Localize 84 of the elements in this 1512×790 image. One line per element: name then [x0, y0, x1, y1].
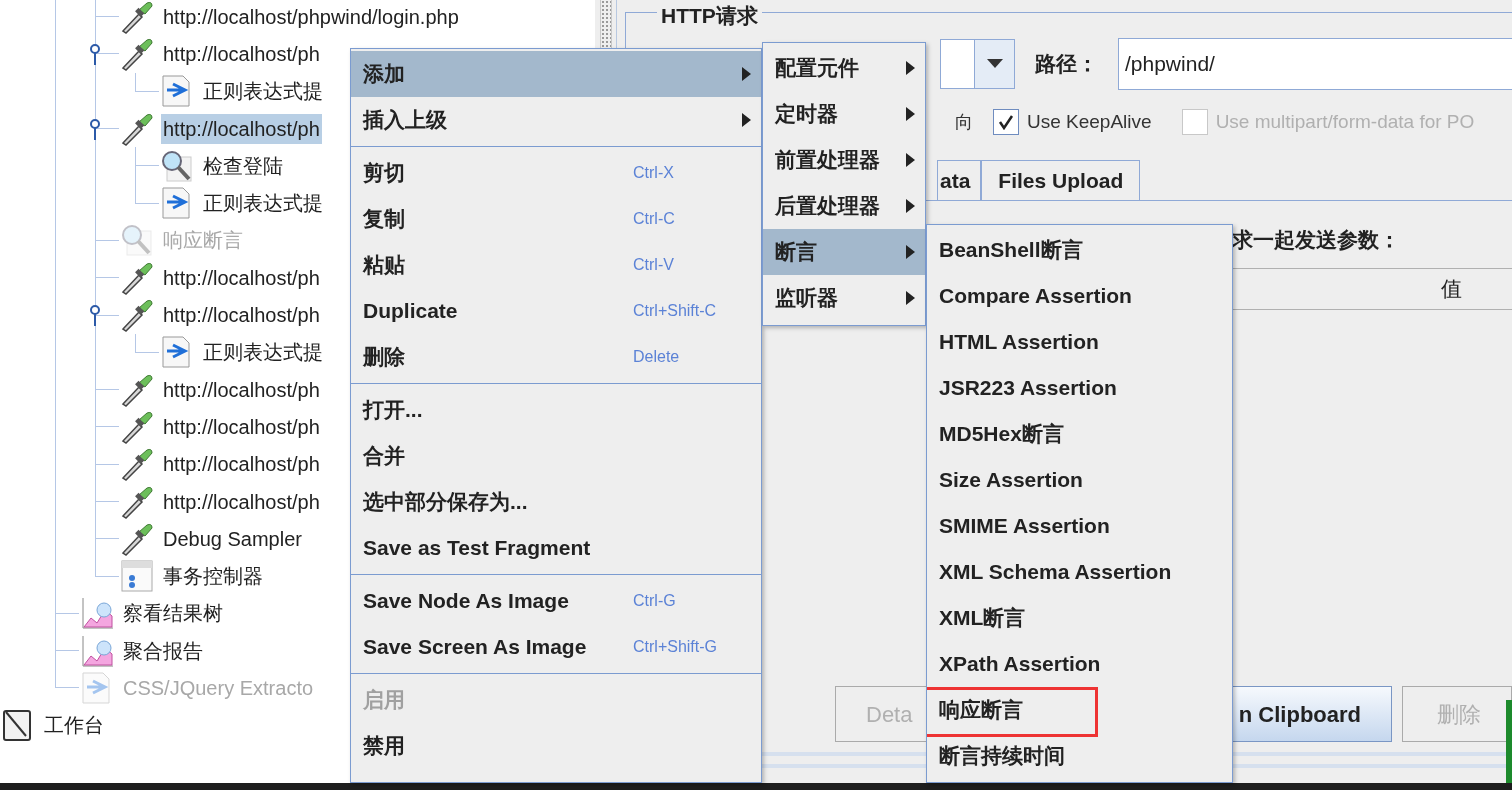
shortcut-label: Ctrl-X: [633, 163, 674, 183]
tree-item[interactable]: http://localhost/ph: [161, 113, 322, 144]
tab[interactable]: ata: [937, 160, 982, 200]
pipette-icon: [119, 447, 155, 482]
checkbox-label: Use KeepAlive: [1027, 109, 1152, 134]
menu-item[interactable]: XPath Assertion: [927, 641, 1232, 687]
menu-item[interactable]: MD5Hex断言: [927, 411, 1232, 457]
menu-item[interactable]: Compare Assertion: [927, 273, 1232, 319]
tree-item[interactable]: http://localhost/ph: [161, 449, 322, 480]
shortcut-label: Ctrl-V: [633, 255, 674, 275]
menu-item[interactable]: 配置元件: [763, 45, 925, 91]
pipette-icon: [119, 372, 155, 407]
tree-item[interactable]: http://localhost/ph: [161, 300, 322, 330]
magnifier-icon: [159, 148, 195, 183]
path-field[interactable]: /phpwind/: [1118, 38, 1512, 90]
shortcut-label: Delete: [633, 347, 680, 367]
checkbox[interactable]: [993, 109, 1019, 135]
pipette-icon: [119, 409, 155, 444]
shortcut-label: Ctrl+Shift-G: [633, 637, 717, 657]
menu-item[interactable]: Save Screen As Image Ctrl+Shift-G: [351, 624, 761, 670]
menu-item[interactable]: 合并: [351, 433, 761, 479]
menu-item[interactable]: XML断言: [927, 595, 1232, 641]
menu-item[interactable]: 前置处理器: [763, 137, 925, 183]
chart-icon: [79, 633, 115, 668]
tree-item[interactable]: Debug Sampler: [161, 523, 304, 554]
pipette-icon: [119, 111, 155, 146]
checkbox-label: 向: [955, 110, 973, 134]
tree-item[interactable]: http://localhost/ph: [161, 374, 322, 405]
tree-item[interactable]: http://localhost/ph: [161, 262, 322, 293]
chart-icon: [79, 596, 115, 631]
menu-item[interactable]: 删除 Delete: [351, 334, 761, 380]
shortcut-label: Ctrl+Shift-C: [633, 301, 717, 321]
menu-item[interactable]: Duplicate Ctrl+Shift-C: [351, 288, 761, 334]
pipette-icon: [119, 298, 155, 332]
tree-item[interactable]: 正则表达式提: [201, 188, 325, 219]
expand-handle-icon[interactable]: [89, 304, 101, 327]
shortcut-label: Ctrl-G: [633, 591, 676, 611]
menu-item[interactable]: 定时器: [763, 91, 925, 137]
menu-item[interactable]: 监听器: [763, 275, 925, 321]
menu-item[interactable]: 禁用: [351, 723, 761, 769]
menu-item[interactable]: 后置处理器: [763, 183, 925, 229]
tree-item[interactable]: http://localhost/ph: [161, 38, 322, 69]
menu-item[interactable]: BeanShell断言: [927, 227, 1232, 273]
menu-item[interactable]: HTML Assertion: [927, 319, 1232, 365]
pipette-icon: [119, 0, 155, 34]
menu-item[interactable]: SMIME Assertion: [927, 503, 1232, 549]
tab[interactable]: Files Upload: [981, 160, 1141, 200]
expand-handle-icon[interactable]: [89, 43, 101, 66]
expand-handle-icon[interactable]: [89, 117, 101, 140]
menu-item[interactable]: 复制 Ctrl-C: [351, 196, 761, 242]
tree-item[interactable]: http://localhost/ph: [161, 486, 322, 517]
params-label: 求一起发送参数：: [1232, 227, 1400, 253]
pipette-icon: [119, 484, 155, 519]
tree-item[interactable]: 正则表达式提: [201, 76, 325, 107]
menu-item[interactable]: 断言: [763, 229, 925, 275]
tree-item[interactable]: 事务控制器: [161, 561, 265, 592]
path-label: 路径：: [1035, 51, 1098, 78]
pipette-icon: [119, 260, 155, 295]
tree-item[interactable]: 工作台: [42, 710, 106, 741]
magnifier-icon: [119, 223, 155, 258]
tree-item[interactable]: 检查登陆: [201, 150, 285, 181]
menu-item[interactable]: Size Assertion: [927, 457, 1232, 503]
menu-item[interactable]: Save as Test Fragment: [351, 525, 761, 571]
menu-item[interactable]: JSR223 Assertion: [927, 365, 1232, 411]
menu-item[interactable]: 打开...: [351, 387, 761, 433]
menu-item[interactable]: Save Node As Image Ctrl-G: [351, 578, 761, 624]
tree-item[interactable]: http://localhost/phpwind/login.php: [161, 1, 461, 32]
menu-item[interactable]: XML Schema Assertion: [927, 549, 1232, 595]
checkbox-label: Use multipart/form-data for PO: [1215, 109, 1475, 134]
menu-item[interactable]: 粘贴 Ctrl-V: [351, 242, 761, 288]
column-header: 值: [1441, 276, 1462, 303]
tree-item[interactable]: 聚合报告: [121, 635, 205, 666]
pipette-icon: [119, 521, 155, 556]
checkmark-icon: [998, 114, 1014, 130]
tree-item[interactable]: 察看结果树: [121, 598, 225, 629]
pipette-icon: [119, 36, 155, 71]
menu-item[interactable]: 添加: [351, 51, 761, 97]
tree-item[interactable]: 正则表达式提: [201, 337, 325, 368]
menu-item[interactable]: 插入上级: [351, 97, 761, 143]
menu-item[interactable]: 选中部分保存为...: [351, 479, 761, 525]
tree-item[interactable]: http://localhost/ph: [161, 411, 322, 442]
menu-item[interactable]: 剪切 Ctrl-X: [351, 150, 761, 196]
window-icon: [119, 559, 155, 594]
shortcut-label: Ctrl-C: [633, 209, 675, 229]
